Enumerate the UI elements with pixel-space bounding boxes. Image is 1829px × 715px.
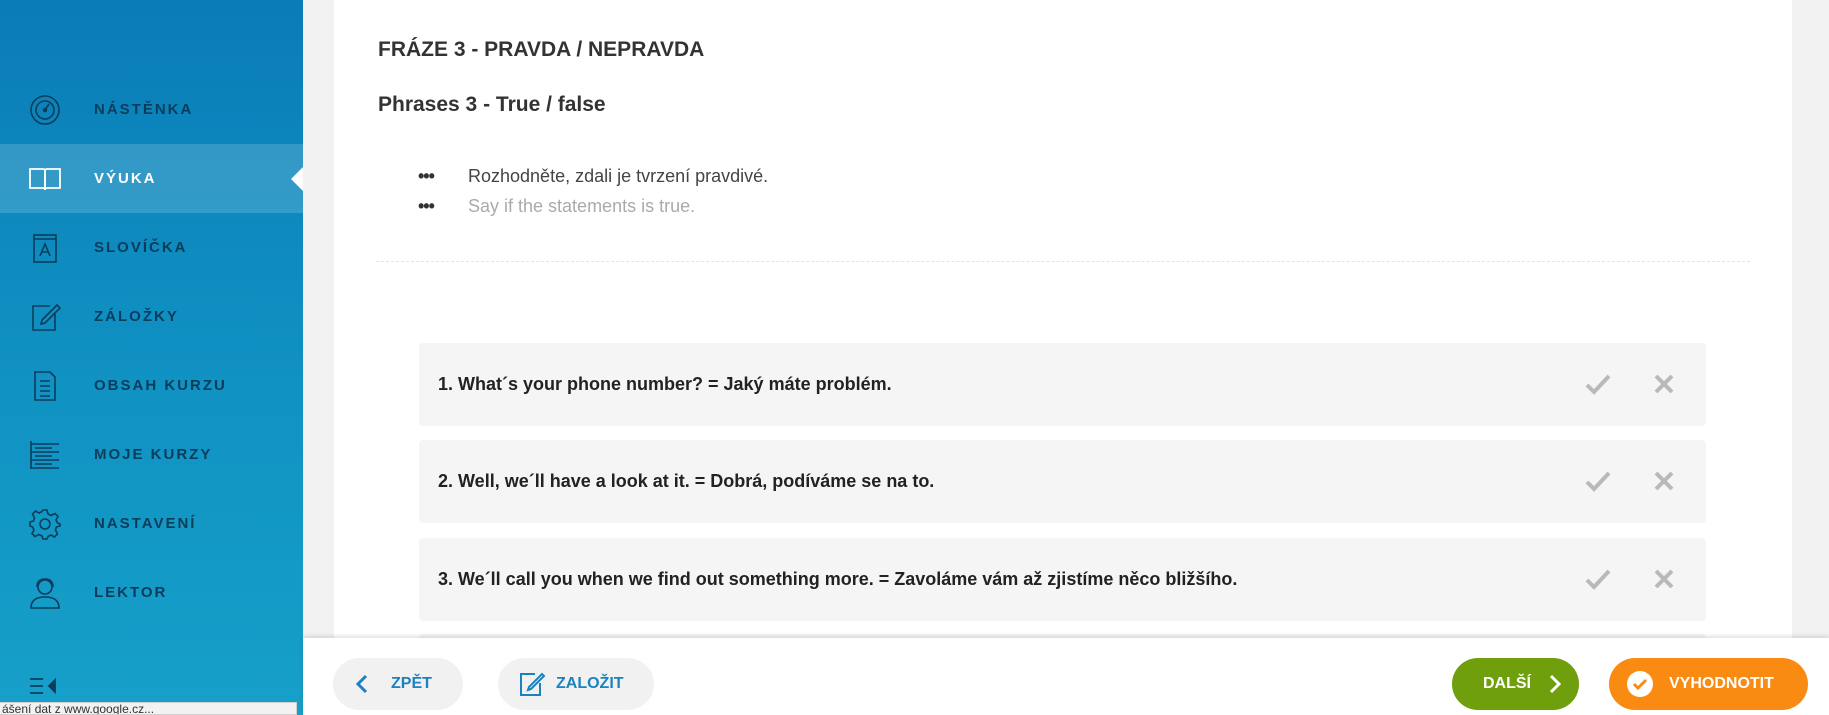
sidebar-item-label: SLOVÍČKA [94,239,188,256]
false-x-icon[interactable] [1649,466,1679,496]
document-list-icon [27,368,63,404]
browser-status-url: ášení dat z www.google.cz... [0,702,297,715]
sidebar-item-slovicka[interactable]: SLOVÍČKA [0,213,303,282]
chevron-left-icon [355,674,369,694]
gear-icon [27,506,63,542]
true-check-icon[interactable] [1583,369,1613,399]
false-x-icon[interactable] [1649,564,1679,594]
sidebar: NÁSTĚNKA VÝUKA SLOVÍČKA ZÁLOŽKY OBSAH KU… [0,0,303,715]
sidebar-item-nastenka[interactable]: NÁSTĚNKA [0,75,303,144]
back-label: ZPĚT [391,675,432,692]
sidebar-nav: NÁSTĚNKA VÝUKA SLOVÍČKA ZÁLOŽKY OBSAH KU… [0,75,303,627]
true-check-icon[interactable] [1583,564,1613,594]
next-label: DALŠÍ [1483,675,1531,692]
sidebar-item-nastaveni[interactable]: NASTAVENÍ [0,489,303,558]
question-row: 2. Well, we´ll have a look at it. = Dobr… [419,440,1706,523]
check-circle-icon [1627,671,1653,697]
headset-user-icon [27,575,63,611]
edit-note-icon [518,671,546,697]
lesson-title: FRÁZE 3 - PRAVDA / NEPRAVDA [378,38,705,61]
next-button[interactable]: DALŠÍ [1452,658,1579,710]
divider [376,261,1750,262]
question-row: 1. What´s your phone number? = Jaký máte… [419,343,1706,426]
sidebar-item-label: LEKTOR [94,584,168,601]
sidebar-item-vyuka[interactable]: VÝUKA [0,144,303,213]
collapse-menu-icon[interactable] [28,675,58,697]
sidebar-item-label: OBSAH KURZU [94,377,227,394]
sidebar-item-obsah-kurzu[interactable]: OBSAH KURZU [0,351,303,420]
sidebar-item-label: NASTAVENÍ [94,515,197,532]
sidebar-item-label: ZÁLOŽKY [94,308,179,325]
back-button[interactable]: ZPĚT [333,658,463,710]
sidebar-item-lektor[interactable]: LEKTOR [0,558,303,627]
evaluate-button[interactable]: VYHODNOTIT [1609,658,1808,710]
instruction-cz: ••• Rozhodněte, zdali je tvrzení pravdiv… [418,166,768,187]
dashboard-gauge-icon [27,92,63,128]
instruction-en: ••• Say if the statements is true. [418,196,695,217]
instruction-en-text: Say if the statements is true. [468,196,696,216]
question-text: 2. Well, we´ll have a look at it. = Dobr… [438,471,935,491]
false-x-icon[interactable] [1649,369,1679,399]
sidebar-item-label: NÁSTĚNKA [94,101,194,118]
open-book-icon [27,161,63,197]
sidebar-item-label: MOJE KURZY [94,446,213,463]
list-icon [27,437,63,473]
question-text: 3. We´ll call you when we find out somet… [438,569,1238,589]
bullet-icon: ••• [418,196,435,216]
chevron-right-icon [1548,674,1562,694]
question-row: 3. We´ll call you when we find out somet… [419,538,1706,621]
true-check-icon[interactable] [1583,466,1613,496]
question-text: 1. What´s your phone number? = Jaký máte… [438,374,892,394]
lesson-subtitle: Phrases 3 - True / false [378,93,606,116]
bullet-icon: ••• [418,166,435,186]
vocabulary-card-icon [27,230,63,266]
sidebar-item-label: VÝUKA [94,170,157,187]
evaluate-label: VYHODNOTIT [1669,675,1774,692]
sidebar-item-moje-kurzy[interactable]: MOJE KURZY [0,420,303,489]
instruction-cz-text: Rozhodněte, zdali je tvrzení pravdivé. [468,166,769,186]
sidebar-item-zalozky[interactable]: ZÁLOŽKY [0,282,303,351]
bookmark-label: ZALOŽIT [556,675,624,692]
bookmark-button[interactable]: ZALOŽIT [498,658,654,710]
edit-note-icon [27,299,63,335]
